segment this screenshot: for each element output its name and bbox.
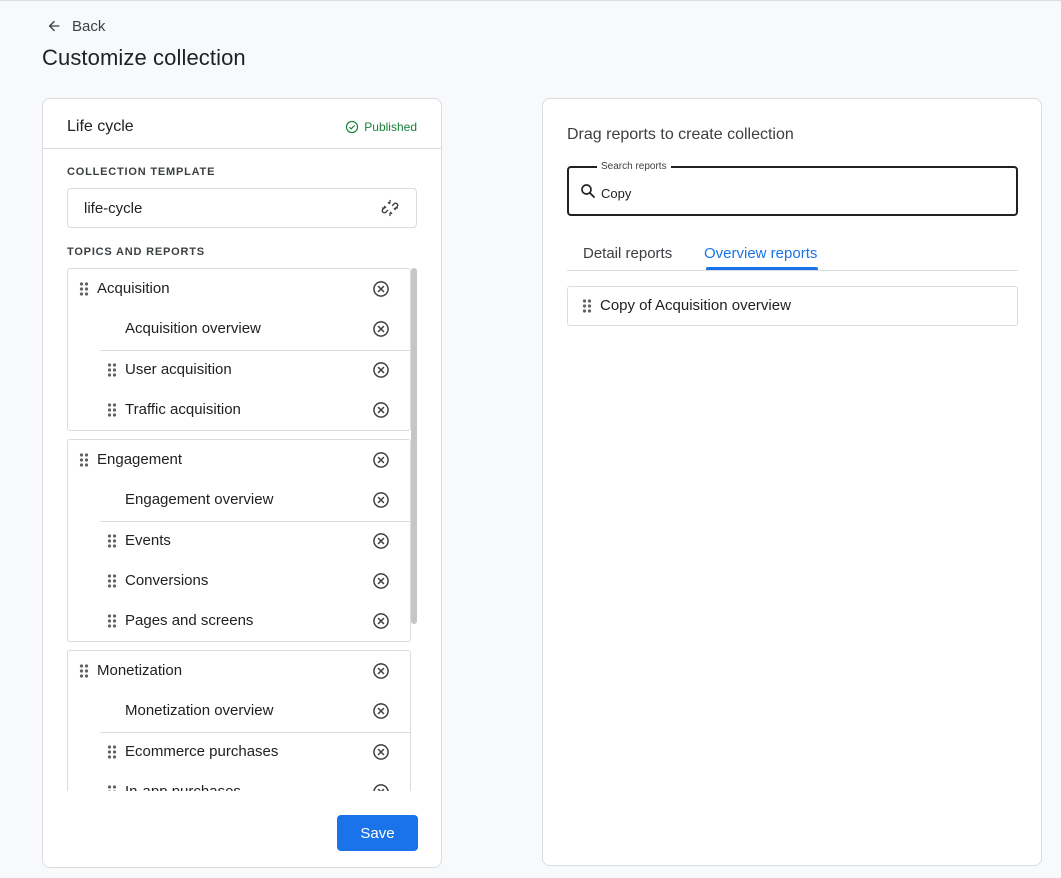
report-label: Acquisition overview [125, 320, 261, 337]
drag-handle-icon[interactable] [79, 664, 89, 678]
back-button[interactable]: Back [46, 16, 105, 36]
remove-icon[interactable] [371, 782, 391, 791]
drag-handle-icon[interactable] [107, 614, 117, 628]
template-section-label: COLLECTION TEMPLATE [67, 166, 216, 178]
status-text: Published [364, 119, 417, 134]
topics-scrollbar[interactable] [411, 268, 417, 624]
tab-overview-reports[interactable]: Overview reports [704, 245, 817, 262]
library-title: Drag reports to create collection [567, 126, 794, 143]
report-result-item[interactable]: Copy of Acquisition overview [567, 286, 1018, 326]
report-library-card: Drag reports to create collection Search… [542, 98, 1042, 866]
collection-header: Life cycle Published [43, 99, 441, 149]
remove-icon[interactable] [371, 400, 391, 420]
tab-detail-reports[interactable]: Detail reports [583, 245, 672, 262]
remove-icon[interactable] [371, 611, 391, 631]
status-badge: Published [345, 120, 417, 134]
remove-icon[interactable] [371, 279, 391, 299]
topic-group-acquisition: Acquisition Acquisition overview User ac… [67, 268, 411, 431]
template-field[interactable]: life-cycle [67, 188, 417, 228]
search-field[interactable]: Search reports [567, 161, 1018, 216]
remove-icon[interactable] [371, 450, 391, 470]
topic-group-engagement: Engagement Engagement overview Events Co… [67, 439, 411, 642]
drag-handle-icon[interactable] [79, 453, 89, 467]
page-title: Customize collection [42, 45, 246, 70]
search-input[interactable] [601, 184, 981, 202]
collection-editor-card: Life cycle Published COLLECTION TEMPLATE… [42, 98, 442, 868]
remove-icon[interactable] [371, 661, 391, 681]
result-label: Copy of Acquisition overview [600, 297, 791, 314]
report-label: Pages and screens [125, 612, 254, 629]
topics-section-label: TOPICS AND REPORTS [67, 246, 205, 258]
active-tab-indicator [706, 267, 818, 270]
drag-handle-icon[interactable] [107, 403, 117, 417]
drag-handle-icon[interactable] [107, 785, 117, 791]
remove-icon[interactable] [371, 490, 391, 510]
report-row[interactable]: Traffic acquisition [68, 390, 410, 430]
topic-label: Engagement [97, 451, 183, 468]
topic-row[interactable]: Monetization [68, 651, 410, 691]
report-row[interactable]: Engagement overview [68, 480, 410, 520]
remove-icon[interactable] [371, 360, 391, 380]
collection-name: Life cycle [67, 117, 134, 135]
drag-handle-icon[interactable] [107, 574, 117, 588]
report-label: Monetization overview [125, 702, 274, 719]
report-type-tabs: Detail reports Overview reports [567, 239, 1018, 271]
report-row[interactable]: Monetization overview [68, 691, 410, 731]
remove-icon[interactable] [371, 531, 391, 551]
report-label: Ecommerce purchases [125, 743, 279, 760]
drag-handle-icon[interactable] [107, 745, 117, 759]
drag-handle-icon[interactable] [582, 299, 592, 313]
remove-icon[interactable] [371, 571, 391, 591]
drag-handle-icon[interactable] [79, 282, 89, 296]
topic-row[interactable]: Acquisition [68, 269, 410, 309]
unlink-icon[interactable] [380, 198, 400, 218]
arrow-back-icon [48, 20, 60, 32]
topic-row[interactable]: Engagement [68, 440, 410, 480]
search-icon [581, 184, 595, 198]
remove-icon[interactable] [371, 742, 391, 762]
remove-icon[interactable] [371, 319, 391, 339]
topic-label: Acquisition [97, 280, 170, 297]
check-circle-icon [346, 120, 359, 133]
report-row[interactable]: Ecommerce purchases [68, 732, 410, 772]
report-row[interactable]: Pages and screens [68, 601, 410, 641]
report-row[interactable]: Conversions [68, 561, 410, 601]
topics-list[interactable]: Acquisition Acquisition overview User ac… [67, 268, 419, 791]
save-button[interactable]: Save [337, 815, 418, 851]
report-row[interactable]: User acquisition [68, 350, 410, 390]
back-label: Back [72, 17, 106, 35]
report-row[interactable]: In-app purchases [68, 772, 410, 791]
remove-icon[interactable] [371, 701, 391, 721]
drag-handle-icon[interactable] [107, 363, 117, 377]
report-label: Engagement overview [125, 491, 274, 508]
report-label: Conversions [125, 572, 209, 589]
report-label: Events [125, 532, 171, 549]
topic-label: Monetization [97, 662, 183, 679]
topic-group-monetization: Monetization Monetization overview Ecomm… [67, 650, 411, 791]
report-label: In-app purchases [125, 783, 241, 791]
report-row[interactable]: Acquisition overview [68, 309, 410, 349]
top-divider [0, 0, 1061, 1]
template-value: life-cycle [84, 199, 143, 217]
report-label: User acquisition [125, 361, 232, 378]
drag-handle-icon[interactable] [107, 534, 117, 548]
report-label: Traffic acquisition [125, 401, 241, 418]
report-row[interactable]: Events [68, 521, 410, 561]
search-label: Search reports [597, 161, 671, 172]
